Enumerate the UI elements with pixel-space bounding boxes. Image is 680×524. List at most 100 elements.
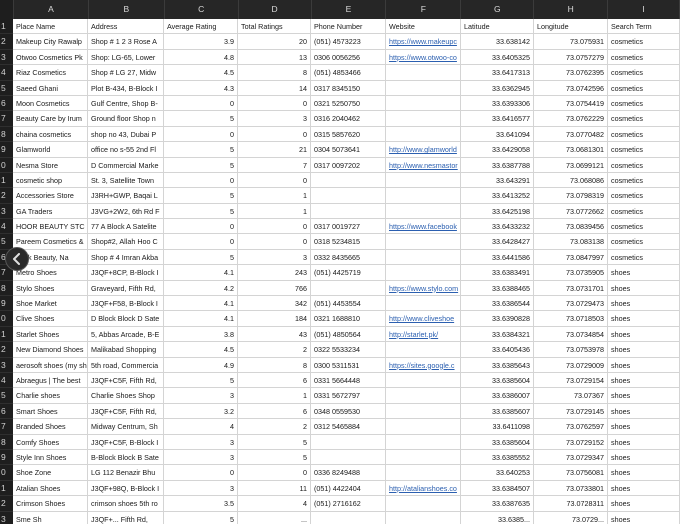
table-cell[interactable]: Shop # LG 27, Midw	[88, 65, 164, 81]
header-cell[interactable]: Phone Number	[311, 19, 386, 35]
table-cell[interactable]: http://starlet.pk/	[386, 326, 461, 343]
table-cell[interactable]: 14	[238, 80, 311, 96]
table-cell[interactable]	[386, 449, 461, 466]
table-cell[interactable]: 6	[238, 372, 311, 389]
table-cell[interactable]: 0	[164, 126, 238, 143]
table-cell[interactable]	[386, 511, 461, 524]
table-cell[interactable]	[386, 434, 461, 450]
table-cell[interactable]: 0318 5234815	[311, 234, 386, 250]
table-cell[interactable]: 33.6416577	[461, 111, 534, 127]
row-number[interactable]: 2	[0, 188, 13, 204]
table-cell[interactable]: Shop#2, Allah Hoo C	[88, 234, 164, 250]
table-cell[interactable]: 73.0729347	[534, 449, 608, 466]
table-cell[interactable]: 33.6428427	[461, 234, 534, 250]
table-cell[interactable]: 3	[238, 249, 311, 266]
table-cell[interactable]: cosmetics	[608, 34, 680, 50]
table-cell[interactable]: 0322 5533234	[311, 342, 386, 358]
row-number[interactable]: 3	[0, 357, 13, 373]
table-cell[interactable]: J3QF+C5F, B-Block I	[88, 434, 164, 450]
table-cell[interactable]	[386, 419, 461, 435]
table-cell[interactable]: shoes	[608, 372, 680, 389]
row-number[interactable]: 8	[0, 126, 13, 143]
table-cell[interactable]: 73.0731701	[534, 280, 608, 297]
table-cell[interactable]: 33.6441586	[461, 249, 534, 266]
table-cell[interactable]: J3RH+GWP, Baqai L	[88, 188, 164, 204]
table-cell[interactable]: shoes	[608, 434, 680, 450]
column-header-f[interactable]: F	[386, 0, 462, 19]
table-cell[interactable]: (051) 4853466	[311, 65, 386, 81]
table-cell[interactable]: Shop: LG-65, Lower	[88, 49, 164, 66]
table-cell[interactable]: ...	[238, 511, 311, 524]
table-cell[interactable]: 4.1	[164, 296, 238, 312]
table-cell[interactable]: cosmetics	[608, 219, 680, 235]
table-cell[interactable]: 4.5	[164, 65, 238, 81]
table-cell[interactable]: 0348 0559530	[311, 403, 386, 420]
table-cell[interactable]: cosmetics	[608, 65, 680, 81]
table-cell[interactable]: 1	[238, 188, 311, 204]
table-cell[interactable]: 73.0770482	[534, 126, 608, 143]
table-cell[interactable]: 0321 1688810	[311, 311, 386, 327]
table-cell[interactable]: shoes	[608, 496, 680, 512]
table-cell[interactable]: shoes	[608, 511, 680, 524]
table-cell[interactable]: 33.6425198	[461, 203, 534, 220]
row-number[interactable]: 9	[0, 449, 13, 466]
table-cell[interactable]: J3VG+2W2, 6th Rd F	[88, 203, 164, 220]
table-cell[interactable]	[386, 188, 461, 204]
table-cell[interactable]: 3.8	[164, 326, 238, 343]
scroll-left-button[interactable]	[5, 247, 29, 271]
table-cell[interactable]: 73.0735905	[534, 265, 608, 281]
table-cell[interactable]: cosmetics	[608, 188, 680, 204]
table-cell[interactable]: 0331 5664448	[311, 372, 386, 389]
table-cell[interactable]: 73.083138	[534, 234, 608, 250]
table-cell[interactable]	[311, 203, 386, 220]
table-cell[interactable]: 33.643291	[461, 172, 534, 189]
row-number[interactable]: 4	[0, 219, 13, 235]
table-cell[interactable]: 3.5	[164, 496, 238, 512]
table-cell[interactable]: 2	[238, 342, 311, 358]
table-cell[interactable]: shoes	[608, 449, 680, 466]
table-cell[interactable]: shoes	[608, 280, 680, 297]
table-cell[interactable]: 73.0681301	[534, 142, 608, 158]
table-cell[interactable]: Charlie Shoes Shop	[88, 388, 164, 404]
row-number[interactable]: 9	[0, 296, 13, 312]
table-cell[interactable]: Graveyard, Fifth Rd,	[88, 280, 164, 297]
table-cell[interactable]: cosmetic shop	[13, 172, 88, 189]
row-number[interactable]: 0	[0, 311, 13, 327]
table-cell[interactable]: 1	[238, 203, 311, 220]
row-number[interactable]: 8	[0, 434, 13, 450]
table-cell[interactable]: 33.6429058	[461, 142, 534, 158]
table-cell[interactable]: 0321 5250750	[311, 95, 386, 112]
table-cell[interactable]: cosmetics	[608, 142, 680, 158]
table-cell[interactable]	[386, 65, 461, 81]
table-cell[interactable]: (051) 4425719	[311, 265, 386, 281]
table-cell[interactable]: 0	[238, 126, 311, 143]
table-cell[interactable]: 33.641094	[461, 126, 534, 143]
table-cell[interactable]: 33.6413252	[461, 188, 534, 204]
row-number[interactable]: 7	[0, 419, 13, 435]
table-cell[interactable]: (051) 4850564	[311, 326, 386, 343]
table-cell[interactable]: 73.0847997	[534, 249, 608, 266]
table-cell[interactable]: 5	[164, 249, 238, 266]
row-number[interactable]: 4	[0, 65, 13, 81]
table-cell[interactable]: 4.8	[164, 49, 238, 66]
table-cell[interactable]: 73.0729145	[534, 403, 608, 420]
table-cell[interactable]: shoes	[608, 265, 680, 281]
table-cell[interactable]: 0	[164, 465, 238, 481]
table-cell[interactable]	[386, 111, 461, 127]
row-number[interactable]: 0	[0, 465, 13, 481]
table-cell[interactable]: 0	[164, 172, 238, 189]
table-cell[interactable]	[386, 265, 461, 281]
column-header-d[interactable]: D	[238, 0, 312, 19]
table-cell[interactable]: 184	[238, 311, 311, 327]
table-cell[interactable]: 4.2	[164, 280, 238, 297]
table-cell[interactable]: Clive Shoes	[13, 311, 88, 327]
table-cell[interactable]: Beauty Care by Irum	[13, 111, 88, 127]
table-cell[interactable]: Glamworld	[13, 142, 88, 158]
header-cell[interactable]: Longitude	[534, 19, 608, 35]
table-cell[interactable]	[386, 80, 461, 96]
table-cell[interactable]: 4.1	[164, 265, 238, 281]
table-cell[interactable]: Smart Shoes	[13, 403, 88, 420]
table-cell[interactable]: 73.0729152	[534, 434, 608, 450]
table-cell[interactable]	[386, 203, 461, 220]
row-number[interactable]: 1	[0, 480, 13, 497]
